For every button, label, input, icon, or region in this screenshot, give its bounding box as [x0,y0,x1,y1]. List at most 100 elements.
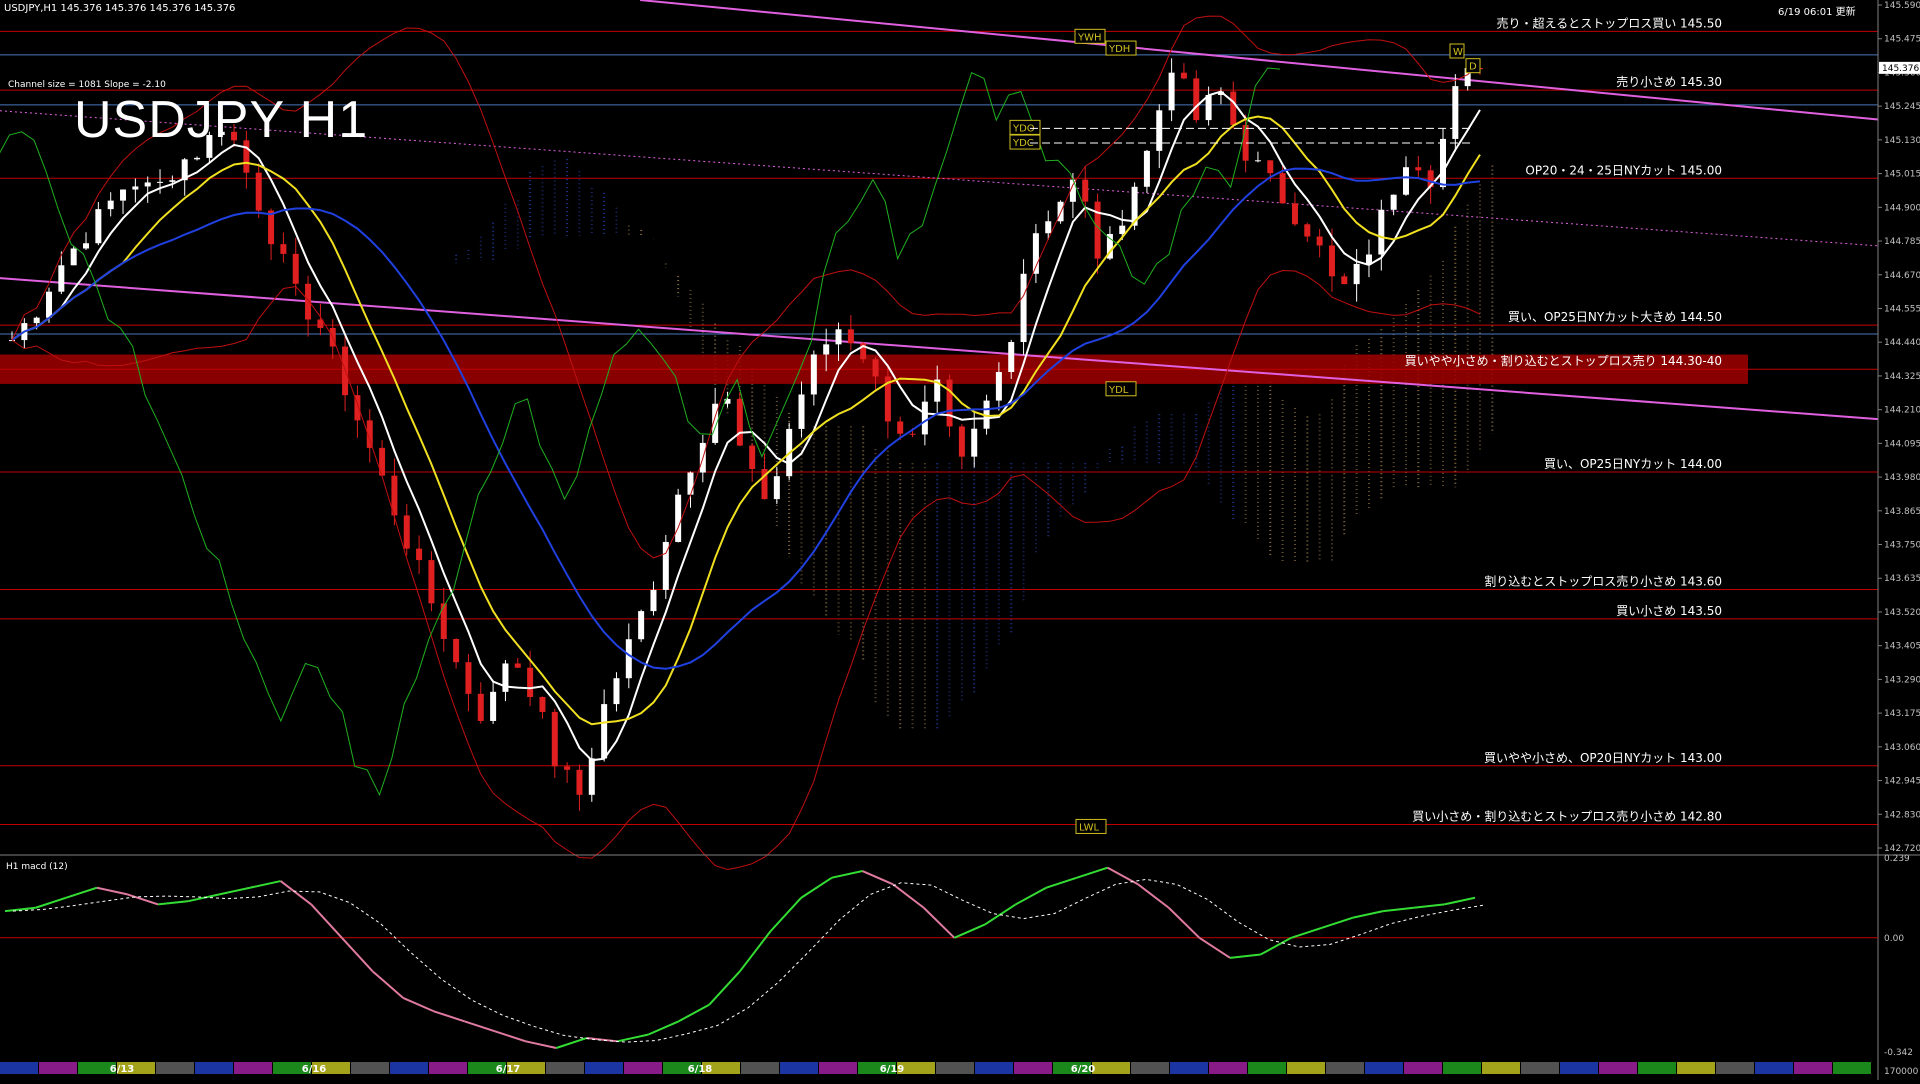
candle-body [1390,194,1397,210]
candle-body [1032,233,1039,274]
candle-body [1119,225,1126,234]
candle-body [1020,273,1027,343]
date-strip-segment [39,1062,77,1074]
candle-body [1378,209,1385,255]
date-strip-segment [351,1062,389,1074]
date-strip-segment [156,1062,194,1074]
candle-body [1180,72,1187,79]
chart-title: USDJPY H1 [74,91,369,149]
price-tick-label: 142.720 [1884,844,1920,854]
date-strip-segment [1326,1062,1364,1074]
candle-body [255,172,262,211]
candle-body [403,515,410,549]
date-strip-segment [1404,1062,1442,1074]
candle-body [305,283,312,320]
marker-label: LWL [1079,822,1100,833]
level-label: 売り・超えるとストップロス買い 145.50 [1497,15,1722,30]
price-tick-label: 145.590 [1884,1,1920,11]
candle-body [1143,150,1150,187]
candle-body [477,693,484,721]
candle-body [416,548,423,561]
marker-label: D [1469,62,1477,73]
date-strip-segment [1131,1062,1169,1074]
candle-body [107,200,114,210]
date-label: 6/13 [110,1064,135,1075]
date-strip-segment [1794,1062,1832,1074]
macd-label: H1 macd (12) [6,862,68,872]
date-strip-segment [1521,1062,1559,1074]
candle-body [971,428,978,457]
level-label: 売り小さめ 145.30 [1616,74,1722,89]
candle-body [527,667,534,698]
price-tick-label: 142.830 [1884,810,1920,820]
candle-body [132,186,139,190]
candle-body [1082,179,1089,202]
price-tick-label: 144.555 [1884,304,1920,314]
candle-body [1045,221,1052,234]
candle-body [440,603,447,639]
date-strip-segment [195,1062,233,1074]
current-price-label: 145.376 [1882,64,1919,74]
candle-body [1291,203,1298,225]
candle-body [1230,91,1237,125]
price-tick-label: 143.865 [1884,507,1920,517]
candle-body [909,433,916,435]
marker-label: W [1453,47,1463,58]
price-tick-label: 143.405 [1884,642,1920,652]
date-strip-segment [1092,1062,1130,1074]
price-tick-label: 145.245 [1884,102,1920,112]
candle-body [1094,201,1101,259]
chart-svg[interactable]: 売り・超えるとストップロス買い 145.50 売り小さめ 145.30 OP20・2… [0,0,1920,1080]
level-label: 買いやや小さめ、OP20日NYカット 143.00 [1484,751,1722,765]
price-tick-label: 143.635 [1884,574,1920,584]
date-label: 6/18 [688,1064,713,1075]
candle-body [847,329,854,344]
candle-body [687,472,694,495]
price-tick-label: 143.290 [1884,675,1920,685]
candle-body [551,711,558,767]
date-strip-segment [1170,1062,1208,1074]
date-strip-segment [1755,1062,1793,1074]
date-strip-segment [819,1062,857,1074]
candle-body [921,401,928,435]
price-tick-label: 144.670 [1884,271,1920,281]
candle-body [675,494,682,542]
candle-body [539,697,546,712]
date-strip-segment [1482,1062,1520,1074]
price-tick-label: 142.945 [1884,777,1920,787]
date-strip-segment [1287,1062,1325,1074]
candle-body [1341,276,1348,285]
candle-body [428,560,435,604]
candle-body [564,766,571,770]
date-strip-segment [1443,1062,1481,1074]
candle-body [1267,160,1274,174]
level-label: 買いやや小さめ・割り込むとストップロス売り 144.30-40 [1405,353,1722,368]
candle-body [736,398,743,446]
date-strip-segment [1248,1062,1286,1074]
price-tick-label: 143.750 [1884,541,1920,551]
date-strip-segment [1677,1062,1715,1074]
candle-body [194,157,201,160]
macd-tick-label: -0.342 [1884,1048,1913,1058]
level-label: 買い、OP25日NYカット大きめ 144.50 [1508,310,1722,324]
date-strip-segment [429,1062,467,1074]
price-tick-label: 145.475 [1884,35,1920,45]
candle-body [120,189,127,201]
candle-body [169,180,176,182]
date-strip-segment [546,1062,584,1074]
candle-body [638,611,645,640]
candle-body [1365,254,1372,264]
candle-body [1205,95,1212,121]
macd-tick-label: 0.00 [1884,934,1904,944]
date-strip-segment [1638,1062,1676,1074]
level-label: 買い小さめ 143.50 [1616,604,1722,618]
candle-body [835,329,842,345]
chart-area[interactable]: 売り・超えるとストップロス買い 145.50 売り小さめ 145.30 OP20・2… [0,0,1920,1080]
date-strip-segment [1365,1062,1403,1074]
candle-body [1156,110,1163,151]
candle-body [1193,78,1200,121]
date-label: 6/17 [496,1064,521,1075]
level-label: OP20・24・25日NYカット 145.00 [1525,163,1722,177]
date-strip-segment [1209,1062,1247,1074]
price-tick-label: 144.900 [1884,203,1920,213]
